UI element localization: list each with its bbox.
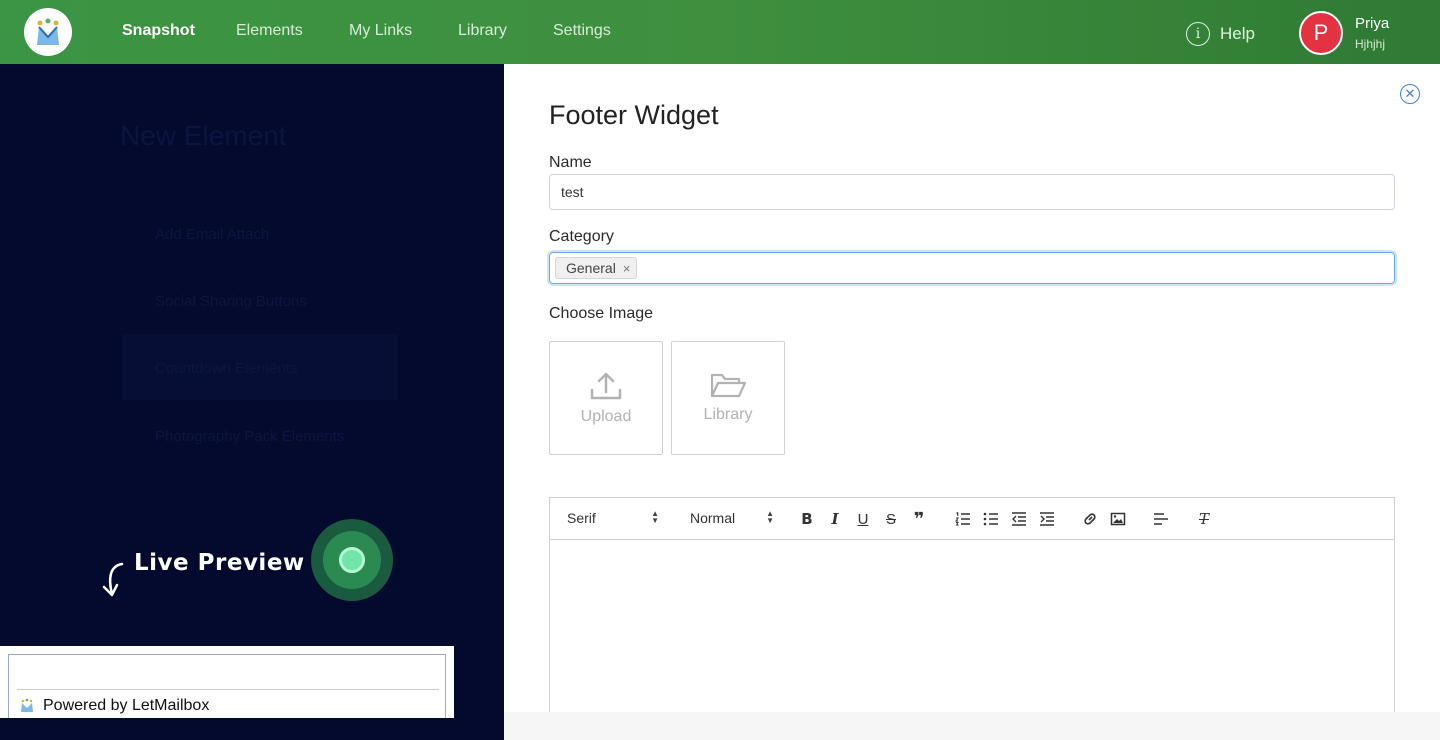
nav-snapshot[interactable]: Snapshot xyxy=(122,22,195,40)
font-family-select[interactable]: Serif ▲ ▼ xyxy=(567,509,659,527)
preview-divider xyxy=(17,689,439,690)
select-arrows-icon: ▲ ▼ xyxy=(766,509,774,525)
letmailbox-logo[interactable] xyxy=(24,8,72,56)
indent-button[interactable] xyxy=(1038,510,1056,528)
name-input-value: test xyxy=(561,184,584,200)
nav-elements[interactable]: Elements xyxy=(236,22,303,40)
bullet-list-button[interactable] xyxy=(982,510,1000,528)
font-family-value: Serif xyxy=(567,510,596,526)
rich-text-editor: Serif ▲ ▼ Normal ▲ ▼ B I U S ❞ T xyxy=(549,497,1395,740)
category-label: Category xyxy=(549,228,614,245)
panel-title: Footer Widget xyxy=(549,100,719,130)
info-icon: i xyxy=(1186,22,1210,46)
insert-link-button[interactable] xyxy=(1081,510,1099,528)
live-preview-label: Live Preview xyxy=(134,550,305,576)
bullet-list-icon xyxy=(983,512,998,526)
choose-image-label: Choose Image xyxy=(549,305,654,322)
nav-settings[interactable]: Settings xyxy=(553,22,611,40)
font-size-value: Normal xyxy=(690,510,736,526)
help-label: Help xyxy=(1220,24,1255,43)
curved-arrow-icon xyxy=(102,562,124,597)
indent-icon xyxy=(1040,512,1054,526)
close-panel-button[interactable]: ✕ xyxy=(1400,84,1420,104)
background-item: Photography Pack Elements xyxy=(155,428,345,445)
letmailbox-mini-logo-icon xyxy=(21,698,33,712)
align-button[interactable] xyxy=(1152,510,1170,528)
category-select[interactable]: General × xyxy=(549,252,1395,284)
upload-label: Upload xyxy=(580,408,632,425)
user-name[interactable]: Priya xyxy=(1355,15,1389,32)
name-input[interactable]: test xyxy=(549,174,1395,210)
image-icon xyxy=(1110,512,1126,526)
background-item: Social Sharing Buttons xyxy=(155,293,307,310)
upload-image-button[interactable]: Upload xyxy=(549,341,663,455)
folder-open-icon xyxy=(710,373,747,398)
bold-button[interactable]: B xyxy=(798,510,816,528)
logo-icon xyxy=(37,18,59,45)
underline-button[interactable]: U xyxy=(854,510,872,528)
italic-button[interactable]: I xyxy=(826,510,844,528)
ordered-list-button[interactable] xyxy=(954,510,972,528)
blockquote-button[interactable]: ❞ xyxy=(910,509,928,529)
outdent-icon xyxy=(1012,512,1026,526)
powered-by: Powered by LetMailbox xyxy=(19,697,209,715)
user-avatar[interactable]: P xyxy=(1299,11,1343,55)
nav-library[interactable]: Library xyxy=(458,22,507,40)
live-indicator xyxy=(311,519,393,601)
library-image-button[interactable]: Library xyxy=(671,341,785,455)
clear-format-button[interactable]: T xyxy=(1195,510,1213,528)
footer-widget-panel: ✕ Footer Widget Name test Category Gener… xyxy=(504,64,1440,740)
clear-format-icon: T xyxy=(1198,510,1209,528)
align-left-icon xyxy=(1154,513,1168,525)
nav-my-links[interactable]: My Links xyxy=(349,22,412,40)
help-link[interactable]: i Help xyxy=(1186,22,1255,46)
font-size-select[interactable]: Normal ▲ ▼ xyxy=(690,509,774,527)
top-navbar: Snapshot Elements My Links Library Setti… xyxy=(0,0,1440,64)
powered-by-text: Powered by LetMailbox xyxy=(43,697,210,714)
editor-toolbar: Serif ▲ ▼ Normal ▲ ▼ B I U S ❞ T xyxy=(550,498,1394,540)
user-subtitle: Hjhjhj xyxy=(1355,37,1386,51)
link-icon xyxy=(1084,513,1096,525)
background-page-title: New Element xyxy=(120,120,287,151)
upload-icon xyxy=(590,372,622,400)
remove-tag-icon[interactable]: × xyxy=(623,261,631,276)
select-arrows-icon: ▲ ▼ xyxy=(651,509,659,525)
preview-frame: Powered by LetMailbox xyxy=(8,654,446,718)
panel-bottom-edge xyxy=(504,712,1440,740)
outdent-button[interactable] xyxy=(1010,510,1028,528)
background-item: Countdown Elements xyxy=(155,360,298,377)
strikethrough-button[interactable]: S xyxy=(882,510,900,528)
library-label: Library xyxy=(703,406,753,423)
category-tag: General × xyxy=(555,257,638,279)
ordered-list-icon xyxy=(955,512,970,526)
background-item: Add Email Attach xyxy=(155,226,270,243)
name-label: Name xyxy=(549,154,592,171)
modal-backdrop[interactable]: New Element Add Email Attach Social Shar… xyxy=(0,64,504,740)
editor-content-area[interactable] xyxy=(550,540,1394,740)
live-preview-card: Powered by LetMailbox xyxy=(0,646,454,718)
insert-image-button[interactable] xyxy=(1109,510,1127,528)
category-tag-label: General xyxy=(566,260,616,276)
